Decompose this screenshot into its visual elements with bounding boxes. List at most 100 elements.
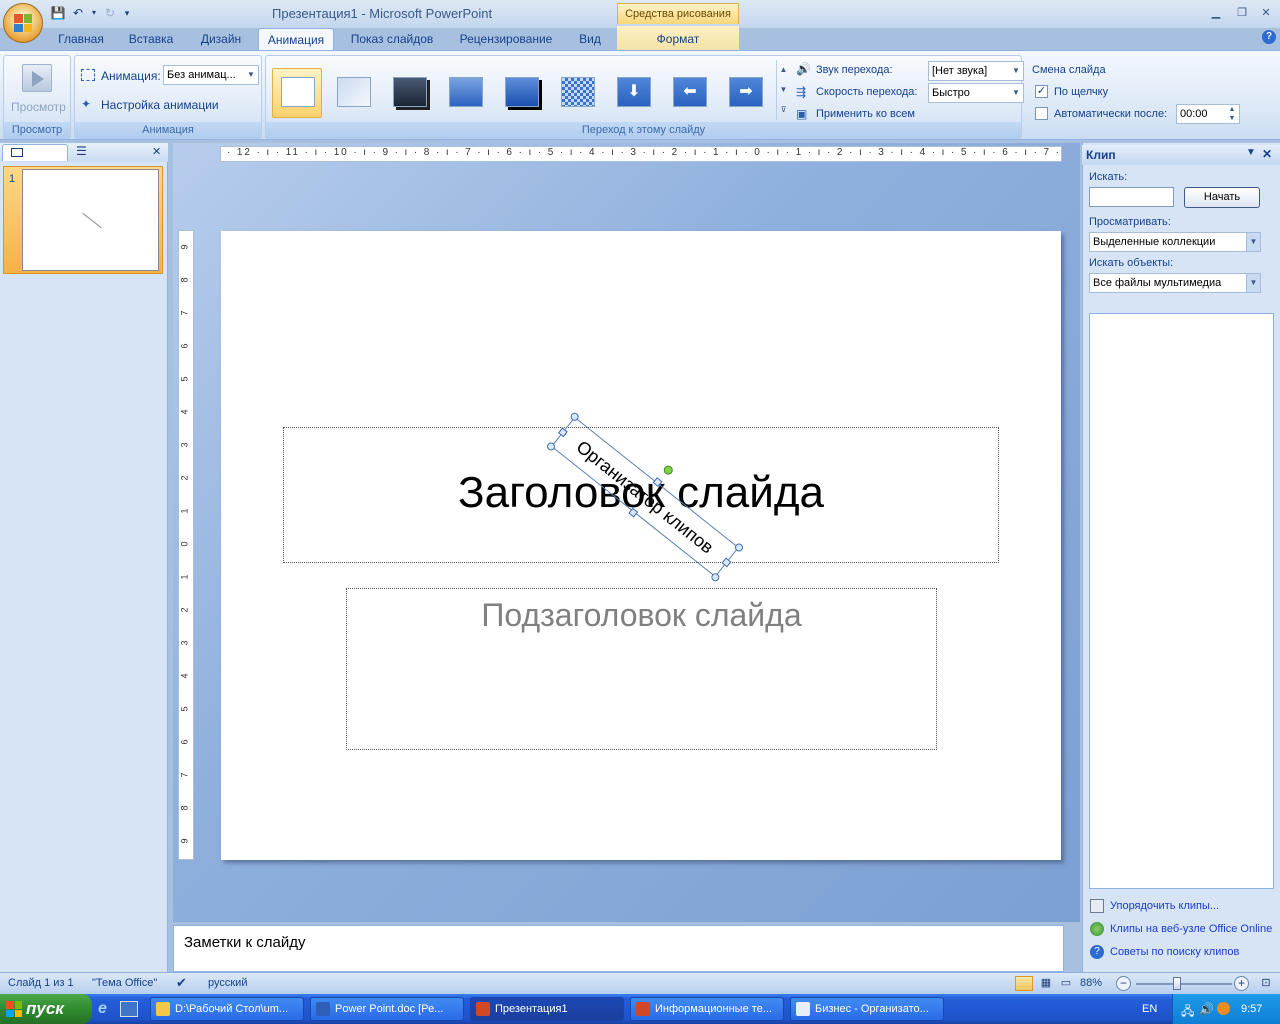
save-icon[interactable]: 💾 — [50, 5, 66, 21]
types-label: Искать объекты: — [1089, 257, 1174, 269]
tab-design[interactable]: Дизайн — [190, 28, 252, 50]
auto-advance-time[interactable]: 00:00 ▲ ▼ — [1176, 104, 1240, 124]
horizontal-ruler: · 12 · ı · 11 · ı · 10 · ı · 9 · ı · 8 ·… — [220, 146, 1062, 162]
go-button[interactable]: Начать — [1184, 187, 1260, 208]
tab-animation[interactable]: Анимация — [258, 28, 334, 50]
zoom-in-icon[interactable]: + — [1234, 976, 1249, 991]
transition-none[interactable] — [272, 68, 322, 118]
redo-icon[interactable]: ↻ — [102, 5, 118, 21]
on-click-checkbox[interactable]: ✓ — [1035, 85, 1048, 98]
undo-icon[interactable]: ↶ — [70, 5, 86, 21]
browse-select-value: Выделенные коллекции — [1093, 236, 1216, 248]
tray-app-icon[interactable] — [1217, 1002, 1230, 1015]
slide-thumbnail[interactable] — [22, 169, 159, 271]
undo-dropdown-icon[interactable]: ▾ — [90, 5, 98, 21]
taskbar-item-organizer[interactable]: Бизнес - Организато... — [790, 997, 944, 1021]
show-desktop-icon[interactable] — [120, 1001, 138, 1017]
organize-clips-link[interactable]: Упорядочить клипы... — [1110, 900, 1219, 912]
tab-view[interactable]: Вид — [570, 28, 610, 50]
volume-icon[interactable]: 🔊 — [1199, 1002, 1214, 1016]
custom-animation-button[interactable]: Настройка анимации — [101, 98, 219, 112]
auto-advance-checkbox[interactable] — [1035, 107, 1048, 120]
close-panel-icon[interactable]: ✕ — [152, 145, 161, 158]
browse-label: Просматривать: — [1089, 216, 1171, 228]
vertical-ruler-tick: 8 — [179, 805, 190, 811]
tab-outline[interactable]: ☰ — [68, 144, 138, 161]
zoom-slider-thumb[interactable] — [1173, 977, 1181, 990]
slide-sorter-icon[interactable]: ▦ — [1037, 976, 1055, 991]
apply-all-button[interactable]: Применить ко всем — [816, 108, 915, 120]
zoom-level[interactable]: 88% — [1080, 977, 1102, 989]
resize-handle[interactable] — [557, 427, 568, 438]
zoom-out-icon[interactable]: − — [1116, 976, 1131, 991]
transition-cut[interactable] — [440, 68, 490, 118]
office-button[interactable] — [3, 3, 43, 43]
vertical-ruler: 9 8 7 6 5 4 3 2 1 0 1 2 3 4 5 6 7 8 9 — [178, 230, 194, 860]
slide-canvas[interactable]: Заголовок слайда Подзаголовок слайда — [221, 231, 1061, 860]
notes-text[interactable]: Заметки к слайду — [184, 934, 306, 951]
vertical-ruler-tick: 5 — [179, 376, 190, 382]
transition-wipe-down[interactable]: ⬇ — [608, 68, 658, 118]
sound-select[interactable]: [Нет звука] ▼ — [928, 61, 1024, 81]
customize-qat-icon[interactable]: ▾ — [122, 5, 132, 21]
vertical-ruler-tick: 9 — [179, 244, 190, 250]
tab-review[interactable]: Рецензирование — [450, 28, 562, 50]
close-pane-icon[interactable]: ✕ — [1262, 147, 1272, 161]
slides-panel-tabs: ☰ ✕ — [0, 143, 168, 162]
chevron-down-icon: ▼ — [1246, 233, 1260, 251]
taskbar-item-word[interactable]: Power Point.doc [Ре... — [310, 997, 464, 1021]
group-preview-label: Просмотр — [4, 122, 70, 138]
zoom-slider-track[interactable] — [1136, 983, 1232, 985]
browse-select[interactable]: Выделенные коллекции ▼ — [1089, 232, 1261, 252]
ie-icon[interactable]: e — [98, 1000, 116, 1018]
close-icon[interactable]: ✕ — [1258, 6, 1274, 20]
tab-home[interactable]: Главная — [50, 28, 112, 50]
taskbar-item-label: Презентация1 — [495, 1003, 568, 1015]
transition-wipe-right[interactable]: ➡ — [720, 68, 770, 118]
office-online-link[interactable]: Клипы на веб-узле Office Online — [1110, 923, 1272, 935]
help-icon[interactable]: ? — [1262, 30, 1276, 44]
spellcheck-icon[interactable]: ✔ — [176, 975, 187, 991]
taskbar-item-powerpoint[interactable]: Презентация1 — [470, 997, 624, 1021]
gallery-scroll[interactable]: ▲ ▼ ⊽ — [776, 60, 790, 120]
clip-pane-header: Клип ▼ ✕ — [1082, 145, 1280, 165]
tab-slideshow[interactable]: Показ слайдов — [342, 28, 442, 50]
transition-dissolve[interactable] — [552, 68, 602, 118]
auto-advance-time-value: 00:00 — [1180, 108, 1208, 120]
types-select[interactable]: Все файлы мультимедиа ▼ — [1089, 273, 1261, 293]
system-tray: 🖧 🔊 9:57 — [1172, 994, 1280, 1024]
start-button[interactable]: пуск — [0, 994, 92, 1024]
clip-results[interactable] — [1089, 313, 1274, 889]
normal-view-icon[interactable] — [1015, 976, 1033, 991]
preview-button[interactable]: Просмотр — [11, 100, 66, 114]
tab-slides[interactable] — [2, 144, 68, 161]
tab-format[interactable]: Формат — [640, 28, 716, 50]
network-icon[interactable]: 🖧 — [1181, 1002, 1194, 1023]
vertical-ruler-tick: 6 — [179, 343, 190, 349]
slide-subtitle[interactable]: Подзаголовок слайда — [347, 597, 936, 634]
search-input[interactable] — [1089, 187, 1174, 207]
notes-pane[interactable]: Заметки к слайду — [173, 925, 1064, 972]
speed-select[interactable]: Быстро ▼ — [928, 83, 1024, 103]
slides-icon — [11, 148, 23, 157]
help-tips-icon: ? — [1090, 945, 1104, 959]
transition-fade-black[interactable] — [384, 68, 434, 118]
animation-select[interactable]: Без анимац... ▼ — [163, 65, 259, 85]
pane-menu-icon[interactable]: ▼ — [1246, 147, 1256, 158]
spinner-icon[interactable]: ▲ ▼ — [1225, 105, 1239, 123]
transition-wipe-left[interactable]: ⬅ — [664, 68, 714, 118]
transition-cut-black[interactable] — [496, 68, 546, 118]
fit-window-icon[interactable]: ⊡ — [1258, 976, 1274, 991]
search-tips-link[interactable]: Советы по поиску клипов — [1110, 946, 1239, 958]
slideshow-icon[interactable]: ▭ — [1057, 976, 1075, 991]
office-logo-icon — [14, 14, 32, 32]
restore-icon[interactable]: ❐ — [1234, 6, 1250, 20]
transition-fade-smooth[interactable] — [328, 68, 378, 118]
taskbar-item-powerpoint-2[interactable]: Информационные те... — [630, 997, 784, 1021]
status-language: русский — [208, 977, 248, 989]
tab-insert[interactable]: Вставка — [120, 28, 182, 50]
language-indicator[interactable]: EN — [1142, 1003, 1157, 1015]
taskbar-item-explorer[interactable]: D:\Рабочий Стол\um... — [150, 997, 304, 1021]
subtitle-placeholder[interactable]: Подзаголовок слайда — [346, 588, 937, 750]
minimize-icon[interactable]: ▁ — [1208, 6, 1224, 20]
